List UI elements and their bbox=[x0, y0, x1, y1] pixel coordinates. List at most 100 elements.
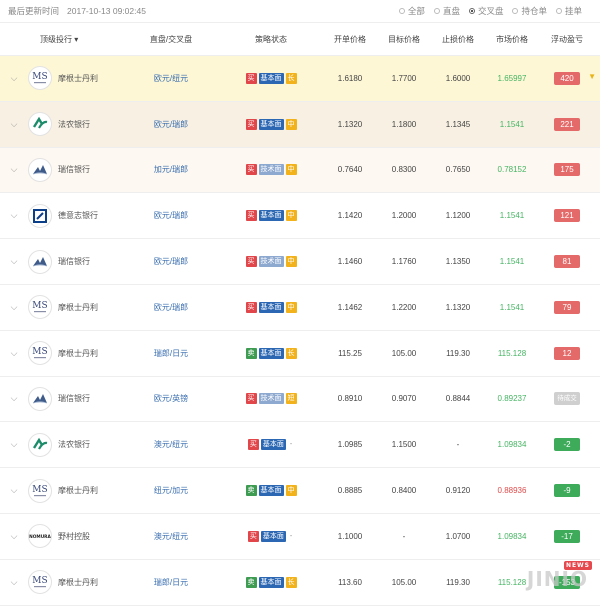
stop-price: 1.6000 bbox=[445, 73, 471, 83]
svg-text:NOMURA: NOMURA bbox=[29, 534, 51, 540]
chevron-down-icon: ⌵ bbox=[10, 118, 18, 129]
currency-pair[interactable]: 欧元/瑞郎 bbox=[126, 119, 216, 130]
svg-text:MS: MS bbox=[32, 347, 47, 357]
currency-pair[interactable]: 欧元/英镑 bbox=[126, 393, 216, 404]
stop-price: 119.30 bbox=[446, 577, 470, 587]
table-row[interactable]: ⌵ NOMURA 野村控股 澳元/纽元买基本面 -1.1000-1.0700 1.0983… bbox=[0, 514, 600, 560]
stop-price: 1.0700 bbox=[445, 531, 471, 541]
term-badge: - bbox=[289, 532, 293, 540]
table-row[interactable]: ⌵ 瑞信银行 加元/瑞郎 买技术面中 0.7640 0.8300 0.7650 0.78152… bbox=[0, 147, 600, 194]
currency-pair[interactable]: 欧元/纽元 bbox=[126, 73, 216, 84]
strategy-badge: 基本面 bbox=[258, 118, 284, 130]
expand-row-toggle[interactable]: ⌵ bbox=[0, 119, 28, 130]
currency-pair[interactable]: 欧元/瑞郎 bbox=[126, 256, 216, 267]
expand-row-toggle[interactable]: ⌵ bbox=[0, 210, 28, 221]
bank-logo-icon bbox=[28, 249, 52, 274]
float-pl-badge: 121 bbox=[554, 209, 580, 223]
term-badge: 长 bbox=[285, 347, 297, 359]
filter-radio-3[interactable]: 持仓单 bbox=[512, 5, 547, 17]
strategy-badge: 基本面 bbox=[258, 72, 284, 84]
market-price: 1.1541 bbox=[499, 119, 525, 129]
currency-pair[interactable]: 澳元/纽元 bbox=[126, 439, 216, 450]
currency-pair[interactable]: 澳元/纽元 bbox=[126, 531, 216, 542]
table-row[interactable]: ⌵ 德意志银行 欧元/瑞郎 买基本面中 1.1420 1.2000 1.1200 1.1541… bbox=[0, 193, 600, 240]
table-row[interactable]: ⌵ MS 摩根士丹利 欧元/瑞郎 买基本面中 1.1462 1.2200 1.1320 1.15… bbox=[0, 285, 600, 331]
filter-radio-4[interactable]: 挂单 bbox=[555, 5, 582, 17]
open-price: 1.0985 bbox=[337, 440, 363, 450]
action-badge: 买 bbox=[245, 164, 257, 176]
term-badge: 短 bbox=[285, 393, 297, 405]
stop-price: - bbox=[456, 440, 460, 450]
last-update-label: 最后更新时间 bbox=[8, 6, 60, 16]
strategy-badge: 基本面 bbox=[258, 485, 284, 497]
table-row[interactable]: ⌵ 法农银行 澳元/纽元买基本面 -1.0985 1.1500-1.09834 -2 bbox=[0, 422, 600, 469]
chevron-down-icon: ⌵ bbox=[10, 164, 18, 175]
open-price-col-header: 开单价格 bbox=[334, 34, 366, 44]
table-row[interactable]: ⌵ MS 摩根士丹利 欧元/纽元 买基本面长 1.6180 1.7700 1.6000 1.65… bbox=[0, 56, 600, 102]
bank-name: 法农银行 bbox=[58, 440, 90, 450]
strategy-col-header: 策略状态 bbox=[255, 34, 287, 44]
filter-radio-label: 直盘 bbox=[442, 6, 460, 16]
table-row[interactable]: ⌵ MS 摩根士丹利 纽元/加元 卖基本面中 0.8885 0.8400 0.9120 0.88… bbox=[0, 468, 600, 514]
last-update-time: 2017-10-13 09:02:45 bbox=[67, 6, 146, 16]
filter-radio-0[interactable]: 全部 bbox=[398, 5, 425, 17]
expand-row-toggle[interactable]: ⌵ bbox=[0, 302, 28, 313]
radio-dot-icon bbox=[555, 8, 562, 14]
stop-price: 0.9120 bbox=[445, 486, 471, 496]
float-pl-badge: 待成交 bbox=[554, 392, 580, 406]
open-price: 1.1462 bbox=[337, 302, 363, 312]
strategy-badge: 基本面 bbox=[258, 347, 284, 359]
float-pl-badge: 420 bbox=[554, 71, 580, 85]
radio-dot-icon bbox=[433, 8, 440, 14]
expand-row-toggle[interactable]: ⌵ bbox=[0, 393, 28, 404]
radio-dot-icon bbox=[468, 8, 475, 14]
currency-pair[interactable]: 欧元/瑞郎 bbox=[126, 302, 216, 313]
stop-price: 0.8844 bbox=[445, 394, 471, 404]
radio-dot-icon bbox=[512, 8, 519, 14]
float-pl-badge: -2 bbox=[554, 438, 580, 452]
currency-pair[interactable]: 纽元/加元 bbox=[126, 485, 216, 496]
bank-name: 摩根士丹利 bbox=[58, 302, 98, 312]
table-row[interactable]: ⌵ 瑞信银行 欧元/英镑 买技术面短 0.8910 0.9070 0.8844 0.89237… bbox=[0, 377, 600, 423]
table-row[interactable]: ⌵ 法农银行 欧元/瑞郎 买基本面中 1.1320 1.1800 1.1345 1.1541 2… bbox=[0, 101, 600, 148]
stop-price: 1.1320 bbox=[445, 302, 471, 312]
chevron-down-icon: ⌵ bbox=[10, 530, 18, 541]
strategy-badge: 技术面 bbox=[258, 393, 284, 405]
filter-radio-2[interactable]: 交叉盘 bbox=[468, 5, 503, 17]
strategy-badge: 基本面 bbox=[260, 439, 286, 451]
bank-col-header[interactable]: 顶级投行 ▾ bbox=[28, 34, 126, 45]
open-price: 1.1000 bbox=[337, 531, 363, 541]
open-price: 1.1460 bbox=[337, 257, 363, 267]
open-price: 1.6180 bbox=[337, 73, 363, 83]
table-row[interactable]: ⌵ 瑞信银行 欧元/瑞郎 买技术面中 1.1460 1.1760 1.1350 1.1541 8… bbox=[0, 239, 600, 285]
table-row[interactable]: ⌵ MS 摩根士丹利 瑞郎/日元卖基本面长 113.60 105.00 119.30 115.… bbox=[0, 560, 600, 606]
currency-pair[interactable]: 瑞郎/日元 bbox=[126, 577, 216, 588]
table-row[interactable]: ⌵ MS 摩根士丹利 瑞郎/日元 卖基本面长 115.25 105.00 119.30 115.… bbox=[0, 331, 600, 377]
chevron-down-icon: ⌵ bbox=[10, 256, 18, 267]
expand-row-toggle[interactable]: ⌵ bbox=[0, 439, 28, 450]
currency-pair[interactable]: 欧元/瑞郎 bbox=[126, 210, 216, 221]
expand-row-toggle[interactable]: ⌵ bbox=[0, 485, 28, 496]
currency-pair[interactable]: 加元/瑞郎 bbox=[126, 164, 216, 175]
bank-logo-icon: MS bbox=[28, 570, 52, 595]
open-price: 0.7640 bbox=[337, 165, 363, 175]
svg-text:MS: MS bbox=[32, 485, 47, 495]
expand-row-toggle[interactable]: ⌵ bbox=[0, 256, 28, 267]
expand-row-toggle[interactable]: ⌵ bbox=[0, 164, 28, 175]
target-price: 1.1500 bbox=[391, 440, 417, 450]
action-badge: 买 bbox=[245, 210, 257, 222]
expand-row-toggle[interactable]: ⌵ bbox=[0, 348, 28, 359]
stop-price: 1.1345 bbox=[445, 119, 471, 129]
expand-row-toggle[interactable]: ⌵ bbox=[0, 531, 28, 542]
float-pl-badge: 79 bbox=[554, 300, 580, 314]
radio-dot-icon bbox=[398, 8, 405, 14]
expand-row-toggle[interactable]: ⌵ bbox=[0, 73, 28, 84]
currency-pair[interactable]: 瑞郎/日元 bbox=[126, 348, 216, 359]
market-price: 1.1541 bbox=[499, 257, 525, 267]
market-price: 1.1541 bbox=[499, 302, 525, 312]
float-pl-badge: -9 bbox=[554, 484, 580, 498]
filter-radio-1[interactable]: 直盘 bbox=[433, 5, 460, 17]
bank-logo-icon: MS bbox=[28, 478, 52, 503]
expand-row-toggle[interactable]: ⌵ bbox=[0, 577, 28, 588]
market-price-col-header: 市场价格 bbox=[496, 34, 528, 44]
